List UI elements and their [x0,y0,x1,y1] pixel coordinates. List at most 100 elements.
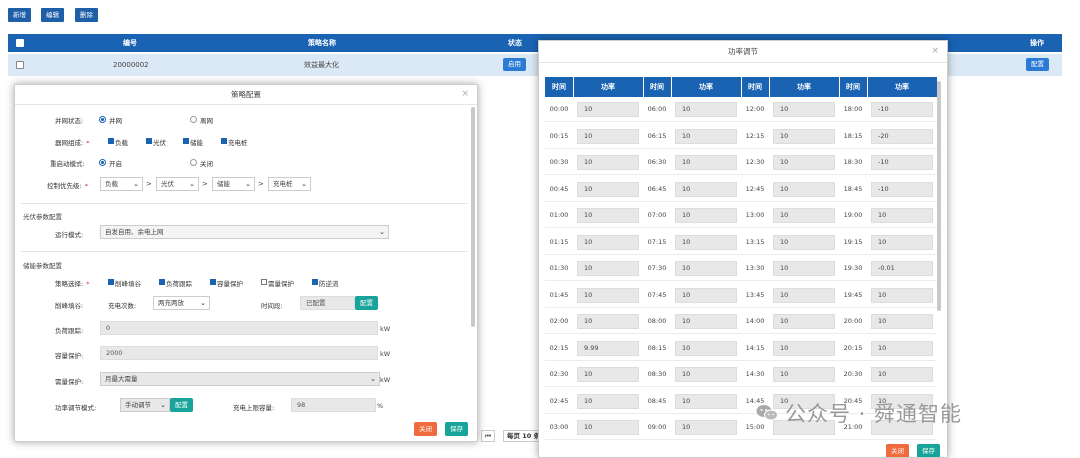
power-input[interactable]: 10 [675,287,737,303]
pager-first-button[interactable]: ⏮ [481,430,495,442]
power-input[interactable]: 10 [577,102,639,117]
power-input[interactable]: 10 [773,261,835,276]
capacity-unit: kW [380,350,391,358]
time-cell: 20:30 [843,370,863,378]
demand-label: 需量保护: [55,378,84,386]
power-input[interactable]: 10 [577,314,639,329]
scrollbar[interactable] [937,81,941,311]
power-input[interactable]: -10 [871,102,933,117]
time-cell: 07:45 [647,290,667,299]
grid-on-radio[interactable] [99,116,106,123]
component-charger-checkbox[interactable] [221,138,227,144]
power-input[interactable]: 10 [675,420,737,435]
power-input[interactable]: -0.01 [871,261,933,276]
power-input[interactable]: 10 [675,208,737,223]
power-input[interactable]: 10 [871,314,933,329]
time-cell: 02:00 [549,317,569,325]
demand-select[interactable]: 月最大需量 ⌄ [100,372,380,386]
power-input[interactable]: 10 [871,234,933,250]
strategy-antibackflow-checkbox[interactable] [312,279,318,285]
power-mode-config-button[interactable]: 配置 [170,398,193,412]
power-mode-select[interactable]: 手动调节 ⌄ [120,398,170,412]
power-input[interactable]: 10 [675,367,737,382]
power-input[interactable]: 10 [675,181,737,197]
charge-times-select[interactable]: 两充两放 ⌄ [153,296,210,310]
power-input[interactable]: 10 [871,287,933,303]
restart-on-radio[interactable] [99,159,106,166]
priority-select-2[interactable]: 光伏 ⌄ [156,177,199,191]
power-input[interactable]: 10 [773,234,835,250]
scrollbar[interactable] [471,107,475,327]
edit-button[interactable]: 编辑 [41,8,64,22]
power-input[interactable]: 10 [675,155,737,170]
power-input[interactable]: 10 [773,367,835,382]
charge-limit-input[interactable]: 98 [291,398,376,412]
power-input[interactable]: 10 [675,340,737,356]
power-input[interactable]: 10 [577,155,639,170]
power-input[interactable]: 10 [675,261,737,276]
power-input[interactable]: 10 [675,234,737,250]
run-mode-select[interactable]: 自发自用、余电上网 ⌄ [100,225,389,239]
power-input[interactable]: 10 [577,208,639,223]
capacity-input[interactable]: 2000 [100,346,378,360]
component-storage-checkbox[interactable] [183,138,189,144]
select-all-checkbox[interactable] [16,39,24,47]
power-input[interactable]: 10 [871,340,933,356]
load-track-input[interactable]: 0 [100,321,378,335]
power-input[interactable]: 10 [773,208,835,223]
power-input[interactable]: 10 [577,393,639,409]
time-cell: 19:00 [843,211,863,219]
power-input[interactable]: 10 [773,155,835,170]
power-input[interactable]: 10 [577,261,639,276]
power-input[interactable]: 10 [577,181,639,197]
power-table-row: 02:30 10 08:30 10 14:30 10 20:30 10 [545,362,937,387]
strategy-close-button[interactable]: 关闭 [414,422,437,436]
power-input[interactable]: 10 [773,314,835,329]
time-cell: 08:00 [647,317,667,325]
power-input[interactable]: -20 [871,128,933,144]
power-input[interactable]: 10 [675,128,737,144]
close-icon[interactable]: × [461,89,469,99]
col-time-4: 时间 [846,83,860,91]
restart-off-radio[interactable] [190,159,197,166]
strategy-capacity-checkbox[interactable] [210,279,216,285]
priority-select-3[interactable]: 储能 ⌄ [212,177,255,191]
strategy-peak-checkbox[interactable] [108,279,114,285]
enable-button[interactable]: 启用 [503,58,526,71]
power-input[interactable]: 9.99 [577,340,639,356]
power-input[interactable]: 10 [773,181,835,197]
priority-select-1[interactable]: 负载 ⌄ [100,177,143,191]
power-input[interactable]: 10 [577,287,639,303]
power-input[interactable]: 10 [773,128,835,144]
period-config-button[interactable]: 配置 [355,296,378,310]
component-load-checkbox[interactable] [108,138,114,144]
power-input[interactable]: 10 [577,367,639,382]
priority-select-4[interactable]: 充电桩 ⌄ [268,177,311,191]
power-save-button[interactable]: 保存 [917,444,940,457]
power-input[interactable]: 10 [577,420,639,435]
power-input[interactable]: -10 [871,181,933,197]
power-input[interactable]: 10 [773,287,835,303]
power-input[interactable]: 10 [773,102,835,117]
power-input[interactable]: 10 [871,367,933,382]
power-input[interactable]: -10 [871,155,933,170]
power-input[interactable]: 10 [871,208,933,223]
row-checkbox[interactable] [16,61,24,69]
configure-button[interactable]: 配置 [1026,58,1049,71]
delete-button[interactable]: 删除 [75,8,98,22]
grid-off-radio[interactable] [190,116,197,123]
power-input[interactable]: 10 [773,340,835,356]
power-input[interactable]: 10 [675,314,737,329]
add-button[interactable]: 新增 [8,8,31,22]
power-close-button[interactable]: 关闭 [886,444,909,457]
close-icon[interactable]: × [931,46,939,56]
power-input[interactable]: 10 [675,393,737,409]
component-pv-checkbox[interactable] [146,138,152,144]
power-input[interactable]: 10 [675,102,737,117]
strategy-load-track-checkbox[interactable] [159,279,165,285]
power-input[interactable]: 10 [577,234,639,250]
strategy-save-button[interactable]: 保存 [445,422,468,436]
time-cell: 07:15 [647,237,667,246]
power-input[interactable]: 10 [577,128,639,144]
strategy-demand-checkbox[interactable] [261,279,267,285]
